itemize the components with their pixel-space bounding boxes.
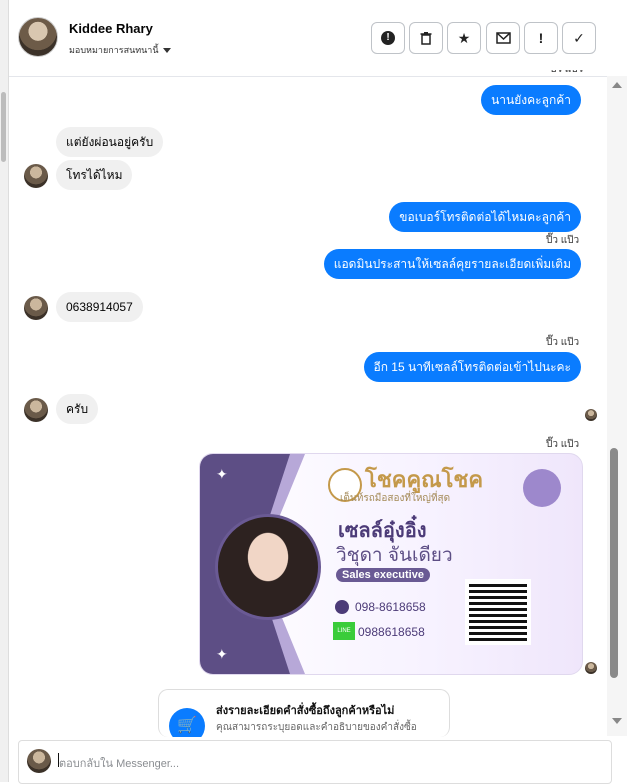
chevron-down-icon xyxy=(162,48,171,54)
reply-composer[interactable]: ตอบกลับใน Messenger... xyxy=(18,740,612,784)
scroll-down-icon[interactable] xyxy=(612,718,622,724)
done-button[interactable]: ✓ xyxy=(562,22,596,54)
business-card-image[interactable]: ✦ ✦ โชคคูณโชค เต็นท์รถมือสองที่ใหญ่ที่สุ… xyxy=(199,453,583,675)
alert-circle-icon: ! xyxy=(381,31,395,45)
page-avatar xyxy=(27,749,51,773)
messages-scroll-thumb[interactable] xyxy=(610,448,618,678)
sparkle-icon: ✦ xyxy=(216,466,228,482)
card-line-id: 0988618658 xyxy=(358,625,425,639)
exclamation-icon: ! xyxy=(538,30,544,46)
star-icon: ★ xyxy=(457,29,471,46)
phone-icon xyxy=(335,600,349,614)
order-prompt-desc: คุณสามารถระบุยอดและคำอธิบายของคำสั่งซื้อ xyxy=(216,722,417,733)
seen-label: ปี๊ว แป๊ว xyxy=(546,235,580,246)
reply-input[interactable]: ตอบกลับใน Messenger... xyxy=(59,754,179,772)
left-scrollbar[interactable] xyxy=(0,0,9,782)
message-incoming[interactable]: แต่ยังผ่อนอยู่ครับ xyxy=(56,127,164,157)
envelope-icon xyxy=(495,32,511,44)
message-incoming[interactable]: ครับ xyxy=(56,394,99,424)
contact-avatar[interactable] xyxy=(18,17,58,57)
check-icon: ✓ xyxy=(573,29,585,46)
conversation-header: Kiddee Rhary มอบหมายการสนทนานี้ ! ★ ! ✓ xyxy=(9,0,618,77)
seen-label: ปี๊ว แป๊ว xyxy=(546,337,580,348)
message-outgoing[interactable]: แอดมินประสานให้เซลล์คุยรายละเอียดเพิ่มเต… xyxy=(323,249,581,279)
mark-unread-button[interactable] xyxy=(486,22,520,54)
sales-photo xyxy=(215,514,321,620)
message-outgoing[interactable]: นานยังคะลูกค้า xyxy=(481,85,581,115)
line-icon: LINE xyxy=(333,622,355,640)
card-decor-circle xyxy=(523,469,561,507)
contact-name[interactable]: Kiddee Rhary xyxy=(69,21,153,36)
read-receipt-avatar xyxy=(585,662,597,674)
order-details-prompt[interactable]: 🛒 ส่งรายละเอียดคำสั่งซื้อถึงลูกค้าหรือไม… xyxy=(158,689,450,737)
message-incoming[interactable]: โทรได้ไหม xyxy=(56,160,133,190)
card-phone: 098-8618658 xyxy=(355,600,426,614)
spam-button[interactable]: ! xyxy=(371,22,405,54)
contact-avatar-small xyxy=(24,296,48,320)
trash-icon xyxy=(420,32,432,45)
message-incoming[interactable]: 0638914057 xyxy=(56,292,143,322)
star-button[interactable]: ★ xyxy=(447,22,481,54)
qr-code xyxy=(465,579,531,645)
read-receipt-avatar xyxy=(585,409,597,421)
delete-button[interactable] xyxy=(409,22,443,54)
messages-scrollbar[interactable] xyxy=(607,76,627,736)
card-role: Sales executive xyxy=(336,568,430,582)
order-prompt-title: ส่งรายละเอียดคำสั่งซื้อถึงลูกค้าหรือไม่ xyxy=(216,705,395,717)
cart-icon: 🛒 xyxy=(169,708,205,737)
assign-conversation-dropdown[interactable]: มอบหมายการสนทนานี้ xyxy=(69,43,171,57)
contact-avatar-small xyxy=(24,398,48,422)
left-scroll-thumb[interactable] xyxy=(1,92,6,162)
seen-label: ปี๊ว แป๊ว xyxy=(546,439,580,450)
sparkle-icon: ✦ xyxy=(216,646,228,662)
card-fullname: วิชุดา จันเดียว xyxy=(336,545,453,566)
assign-label: มอบหมายการสนทนานี้ xyxy=(69,45,159,55)
message-outgoing[interactable]: ขอเบอร์โทรติดต่อได้ไหมคะลูกค้า xyxy=(389,202,581,232)
follow-up-button[interactable]: ! xyxy=(524,22,558,54)
message-outgoing[interactable]: อีก 15 นาทีเซลล์โทรติดต่อเข้าไปนะคะ xyxy=(363,352,581,382)
card-brand-sub: เต็นท์รถมือสองที่ใหญ่ที่สุด xyxy=(340,493,451,504)
seen-label: ปี๊ว แป๊ว xyxy=(550,70,583,78)
scroll-up-icon[interactable] xyxy=(612,82,622,88)
contact-avatar-small xyxy=(24,164,48,188)
